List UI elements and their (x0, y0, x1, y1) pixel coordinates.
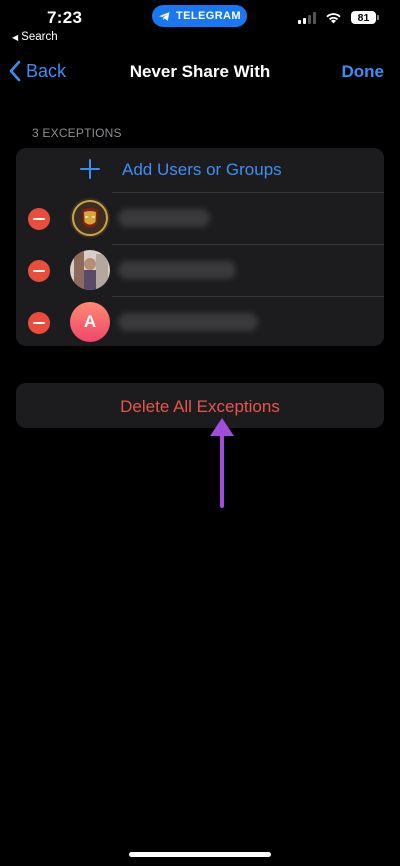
telegram-pill[interactable]: TELEGRAM (152, 5, 247, 27)
blurred-user-name (118, 313, 258, 331)
telegram-pill-label: TELEGRAM (176, 10, 241, 22)
exceptions-list: Add Users or Groups A (16, 148, 384, 346)
cellular-signal-icon (298, 11, 316, 24)
photo-avatar (70, 250, 110, 290)
exception-user-row[interactable]: A (16, 297, 384, 346)
ironman-avatar-image (70, 198, 110, 238)
remove-user-button[interactable] (28, 312, 50, 334)
status-time: 7:23 (47, 8, 83, 27)
exception-user-row[interactable] (16, 245, 384, 296)
home-indicator[interactable] (129, 852, 271, 857)
photo-avatar-image (70, 250, 110, 290)
add-users-label: Add Users or Groups (122, 160, 282, 179)
status-bar: 7:23 ◀ Search TELEGRAM 81 (0, 0, 400, 48)
ironman-avatar (70, 198, 110, 238)
done-button[interactable]: Done (342, 62, 385, 82)
plus-icon (80, 159, 100, 179)
blurred-user-name (118, 209, 210, 227)
remove-user-button[interactable] (28, 208, 50, 230)
back-to-app-label: Search (21, 31, 58, 43)
telegram-icon (159, 11, 170, 21)
back-to-app[interactable]: ◀ Search (12, 31, 58, 43)
navigation-bar: Back Never Share With Done (0, 52, 400, 92)
wifi-icon (326, 13, 341, 24)
exceptions-count-header: 3 EXCEPTIONS (32, 126, 122, 140)
blurred-user-name (118, 261, 236, 279)
letter-avatar: A (70, 302, 110, 342)
delete-all-exceptions-button[interactable]: Delete All Exceptions (16, 383, 384, 428)
annotation-arrow-icon (210, 418, 234, 508)
delete-all-exceptions-label: Delete All Exceptions (120, 397, 280, 416)
page-title: Never Share With (129, 62, 271, 81)
exception-user-row[interactable] (16, 193, 384, 244)
remove-user-button[interactable] (28, 260, 50, 282)
status-icons: 81 (298, 11, 379, 24)
battery-icon: 81 (351, 11, 379, 24)
add-users-or-groups-button[interactable]: Add Users or Groups (16, 148, 384, 192)
back-triangle-icon: ◀ (12, 32, 19, 42)
